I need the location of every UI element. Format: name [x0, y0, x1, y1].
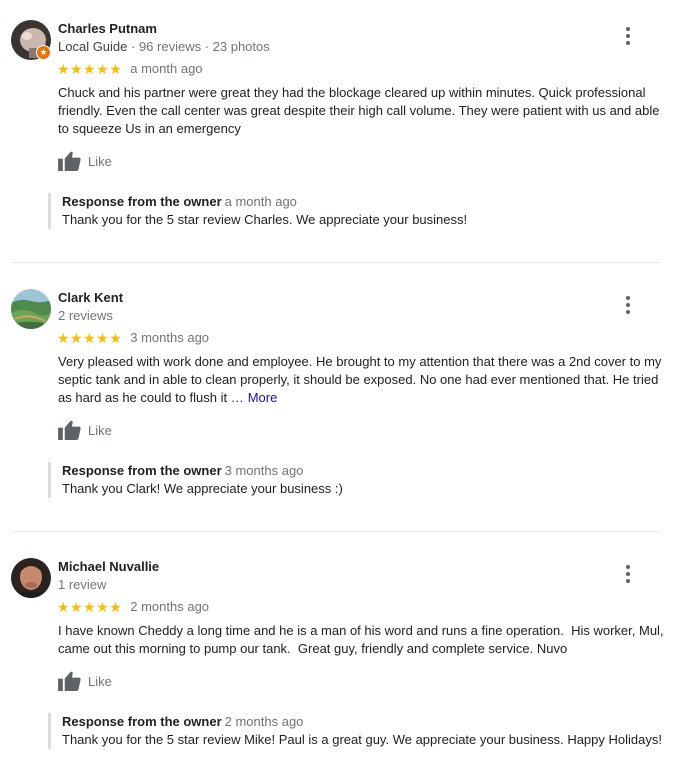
- owner-response-date: 2 months ago: [224, 714, 304, 729]
- like-button[interactable]: Like: [58, 151, 112, 171]
- reviewer-name[interactable]: Michael Nuvallie: [58, 558, 159, 576]
- owner-response-label: Response from the owner: [62, 714, 222, 729]
- reviewer-name[interactable]: Charles Putnam: [58, 20, 157, 38]
- review-date: 3 months ago: [130, 330, 210, 345]
- rating-row: ★★★★★ 3 months ago: [57, 329, 209, 347]
- rating-row: ★★★★★ 2 months ago: [57, 598, 209, 616]
- owner-response-label: Response from the owner: [62, 463, 222, 478]
- more-options-icon[interactable]: [619, 26, 637, 46]
- more-link[interactable]: More: [248, 390, 278, 405]
- star-rating: ★★★★★: [57, 61, 123, 77]
- review-text-body: Very pleased with work done and employee…: [58, 354, 662, 405]
- like-button[interactable]: Like: [58, 420, 112, 440]
- like-label: Like: [88, 422, 112, 438]
- thumbs-up-icon: [58, 420, 81, 440]
- owner-response: Response from the owner 3 months ago Than…: [48, 462, 668, 498]
- review-date: a month ago: [130, 61, 203, 76]
- local-guide-badge-icon: ★: [36, 45, 51, 60]
- review-date: 2 months ago: [130, 599, 210, 614]
- star-rating: ★★★★★: [57, 599, 123, 615]
- owner-response: Response from the owner a month ago Thank…: [48, 193, 668, 229]
- reviewer-meta: Local Guide · 96 reviews · 23 photos: [58, 38, 270, 56]
- owner-response-text: Thank you for the 5 star review Charles.…: [62, 212, 468, 227]
- review-text: I have known Cheddy a long time and he i…: [58, 623, 668, 656]
- like-label: Like: [88, 673, 112, 689]
- reviewer-name[interactable]: Clark Kent: [58, 289, 123, 307]
- reviewer-avatar[interactable]: [11, 558, 51, 598]
- review-divider: [11, 262, 661, 263]
- thumbs-up-icon: [58, 151, 81, 171]
- thumbs-up-icon: [58, 671, 81, 691]
- more-options-icon[interactable]: [619, 295, 637, 315]
- reviewer-meta: 2 reviews: [58, 308, 113, 323]
- owner-response-text: Thank you for the 5 star review Mike! Pa…: [62, 732, 662, 747]
- reviewer-avatar[interactable]: [11, 289, 51, 329]
- owner-response-label: Response from the owner: [62, 194, 222, 209]
- rating-row: ★★★★★ a month ago: [57, 60, 203, 78]
- owner-response-text: Thank you Clark! We appreciate your busi…: [62, 481, 343, 496]
- review-text: Very pleased with work done and employee…: [58, 353, 664, 407]
- more-options-icon[interactable]: [619, 564, 637, 584]
- review-divider: [11, 531, 661, 532]
- reviewer-stats: · 96 reviews · 23 photos: [131, 39, 270, 54]
- local-guide-label: Local Guide: [58, 39, 128, 54]
- like-button[interactable]: Like: [58, 671, 112, 691]
- reviewer-meta: 1 review: [58, 577, 107, 592]
- star-rating: ★★★★★: [57, 330, 123, 346]
- owner-response: Response from the owner 2 months ago Than…: [48, 713, 668, 749]
- owner-response-date: 3 months ago: [224, 463, 304, 478]
- like-label: Like: [88, 153, 112, 169]
- review-text: Chuck and his partner were great they ha…: [58, 85, 660, 136]
- owner-response-date: a month ago: [224, 194, 297, 209]
